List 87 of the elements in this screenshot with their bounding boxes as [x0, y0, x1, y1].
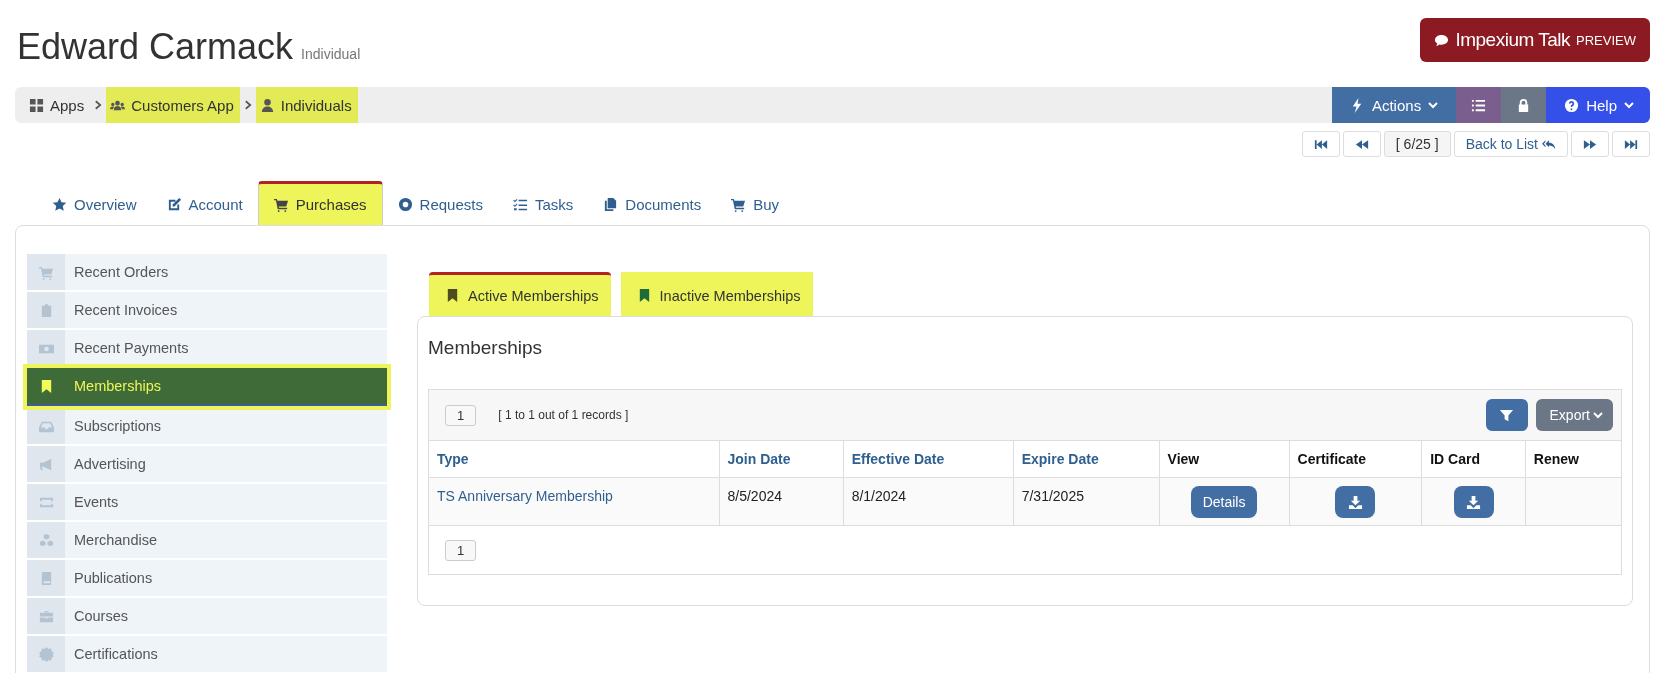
panel-title: Memberships: [428, 337, 544, 359]
rewind-icon: [1354, 138, 1369, 150]
list-icon: [1471, 97, 1487, 113]
chevron-right-icon: [94, 99, 103, 111]
breadcrumb-link[interactable]: Individuals: [255, 87, 358, 123]
table-cell: 8/1/2024: [843, 477, 1014, 526]
lifebuoy-icon: [397, 197, 413, 212]
star-icon: [52, 197, 67, 212]
impexium-talk-button[interactable]: Impexium Talk PREVIEW: [1420, 18, 1650, 62]
sidebar-item[interactable]: Events: [27, 484, 387, 520]
breadcrumb-link[interactable]: Customers App: [106, 87, 240, 123]
column-header[interactable]: Type: [429, 441, 719, 478]
chevron-right-icon: [243, 99, 252, 111]
reply-all-icon: [1542, 138, 1556, 150]
table-cell: 7/31/2025: [1013, 477, 1160, 526]
speech-bubble-icon: [1434, 32, 1450, 48]
sidebar-item[interactable]: Recent Payments: [27, 330, 387, 366]
download-icon: [1466, 494, 1481, 510]
caret-icon: [1593, 410, 1603, 420]
previous-record-button[interactable]: [1342, 131, 1381, 157]
tab[interactable]: Overview: [37, 181, 152, 225]
column-header: Certificate: [1289, 441, 1422, 478]
page-number[interactable]: 1: [445, 404, 477, 426]
column-header[interactable]: Expire Date: [1013, 441, 1160, 478]
cart-icon: [38, 264, 54, 280]
filter-button[interactable]: [1485, 399, 1528, 431]
first-record-button[interactable]: [1301, 131, 1340, 157]
edit-icon: [166, 197, 182, 212]
bookmark-icon: [445, 288, 460, 303]
cubes-icon: [38, 532, 54, 548]
list-button[interactable]: [1456, 87, 1502, 123]
skip-to-end-icon: [1624, 138, 1638, 150]
caret-icon: [1428, 100, 1439, 110]
tab[interactable]: Buy: [716, 181, 795, 225]
sidebar-item[interactable]: Recent Orders: [27, 254, 387, 290]
grid-icon: [29, 97, 44, 113]
tab[interactable]: Requests: [382, 181, 498, 225]
sidebar-item[interactable]: Subscriptions: [27, 408, 387, 444]
skip-to-start-icon: [1313, 138, 1328, 150]
briefcase-icon: [38, 608, 54, 624]
column-header: View: [1159, 441, 1290, 478]
membership-tab[interactable]: Inactive Memberships: [620, 272, 813, 316]
sidebar-item[interactable]: Recent Invoices: [27, 292, 387, 328]
back-to-list-button[interactable]: Back to List: [1453, 131, 1568, 157]
last-record-button[interactable]: [1612, 131, 1650, 157]
next-record-button[interactable]: [1571, 131, 1609, 157]
tab[interactable]: Purchases: [257, 181, 383, 225]
details-button[interactable]: Details: [1190, 486, 1258, 518]
record-range: [ 1 to 1 out of 1 records ]: [498, 408, 629, 422]
download-icon: [1347, 494, 1363, 510]
column-header: Renew: [1525, 441, 1621, 478]
sidebar-item[interactable]: Advertising: [27, 446, 387, 482]
cart-icon: [731, 197, 747, 212]
customer-name: Edward Carmack: [17, 26, 294, 68]
lock-button[interactable]: [1501, 87, 1547, 123]
sidebar-item[interactable]: Merchandise: [27, 522, 387, 558]
sidebar-item[interactable]: Courses: [27, 598, 387, 634]
table-cell[interactable]: TS Anniversary Membership: [429, 477, 719, 526]
download-button[interactable]: [1335, 486, 1376, 518]
record-counter: [ 6/25 ]: [1383, 131, 1451, 157]
membership-tab[interactable]: Active Memberships: [429, 272, 611, 316]
breadcrumb-link[interactable]: Apps: [25, 87, 91, 123]
filter-icon: [1499, 407, 1515, 423]
column-header[interactable]: Join Date: [719, 441, 844, 478]
help-icon: [1564, 97, 1580, 113]
page-number[interactable]: 1: [445, 539, 477, 561]
docs-icon: [603, 197, 619, 212]
caret-icon: [1624, 100, 1634, 110]
customer-type: Individual: [301, 46, 361, 62]
sidebar-item[interactable]: Publications: [27, 560, 387, 596]
megaphone-icon: [38, 456, 54, 472]
column-header[interactable]: Effective Date: [843, 441, 1014, 478]
cart-icon: [273, 197, 289, 212]
help-button[interactable]: Help: [1546, 87, 1650, 123]
badge-icon: [38, 646, 54, 662]
sidebar-item[interactable]: Certifications: [27, 636, 387, 672]
tab[interactable]: Account: [151, 181, 258, 225]
table-cell: 8/5/2024: [719, 477, 844, 526]
tab[interactable]: Tasks: [497, 181, 589, 225]
export-button[interactable]: Export: [1535, 399, 1613, 431]
tasks-icon: [512, 197, 528, 212]
actions-button[interactable]: Actions: [1331, 87, 1457, 123]
download-button[interactable]: [1453, 486, 1494, 518]
user-icon: [259, 97, 275, 113]
column-header: ID Card: [1421, 441, 1526, 478]
fast-forward-icon: [1583, 138, 1597, 150]
tab[interactable]: Documents: [588, 181, 717, 225]
